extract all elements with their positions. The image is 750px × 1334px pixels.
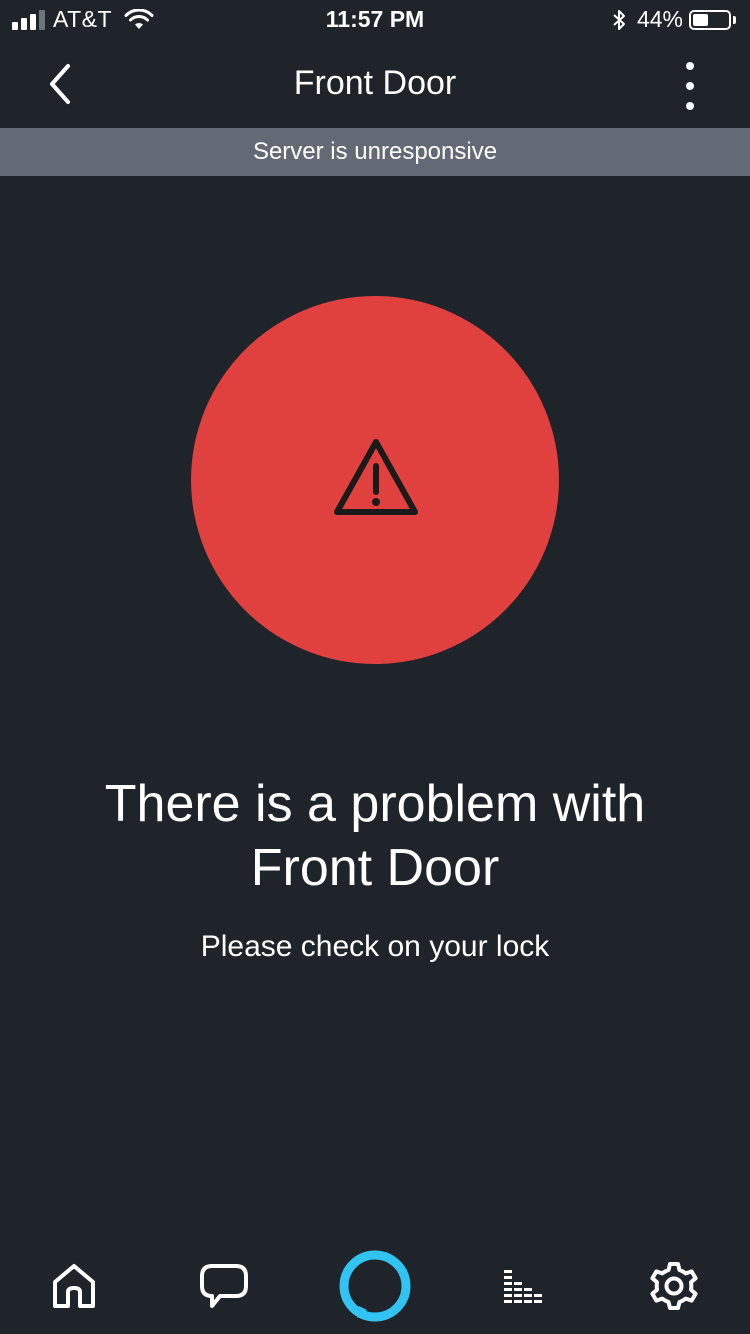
problem-title-line2: Front Door [250,839,500,897]
more-dot [686,102,694,110]
problem-title-line1: There is a problem with [104,775,646,833]
page-title: Front Door [293,64,457,102]
tab-play[interactable] [496,1258,552,1314]
battery-tip [733,15,736,24]
status-bar: AT&T 11:57 PM 44% [0,0,750,40]
tab-settings[interactable] [646,1258,702,1314]
more-dot [686,62,694,70]
more-dot [686,82,694,90]
alert-circle [191,296,559,664]
bluetooth-icon [613,9,625,30]
warning-icon [334,439,418,515]
status-right: 44% [611,6,736,33]
battery-fill [693,13,708,26]
alexa-icon [339,1250,411,1322]
battery-percent: 44% [636,6,683,32]
play-icon [504,1270,542,1303]
tab-bar [0,1240,750,1334]
chat-icon [200,1264,248,1308]
home-icon [53,1264,95,1308]
problem-subtitle: Please check on your lock [200,930,550,963]
problem-title: There is a problem with Front Door [60,772,690,900]
tab-communicate[interactable] [196,1258,252,1314]
battery-icon [689,9,731,30]
gear-icon [650,1262,698,1310]
server-status-banner: Server is unresponsive [0,128,750,176]
nav-header: Front Door [0,40,750,128]
tab-home[interactable] [46,1258,102,1314]
more-options-button[interactable] [670,62,710,110]
tab-alexa[interactable] [337,1248,413,1324]
